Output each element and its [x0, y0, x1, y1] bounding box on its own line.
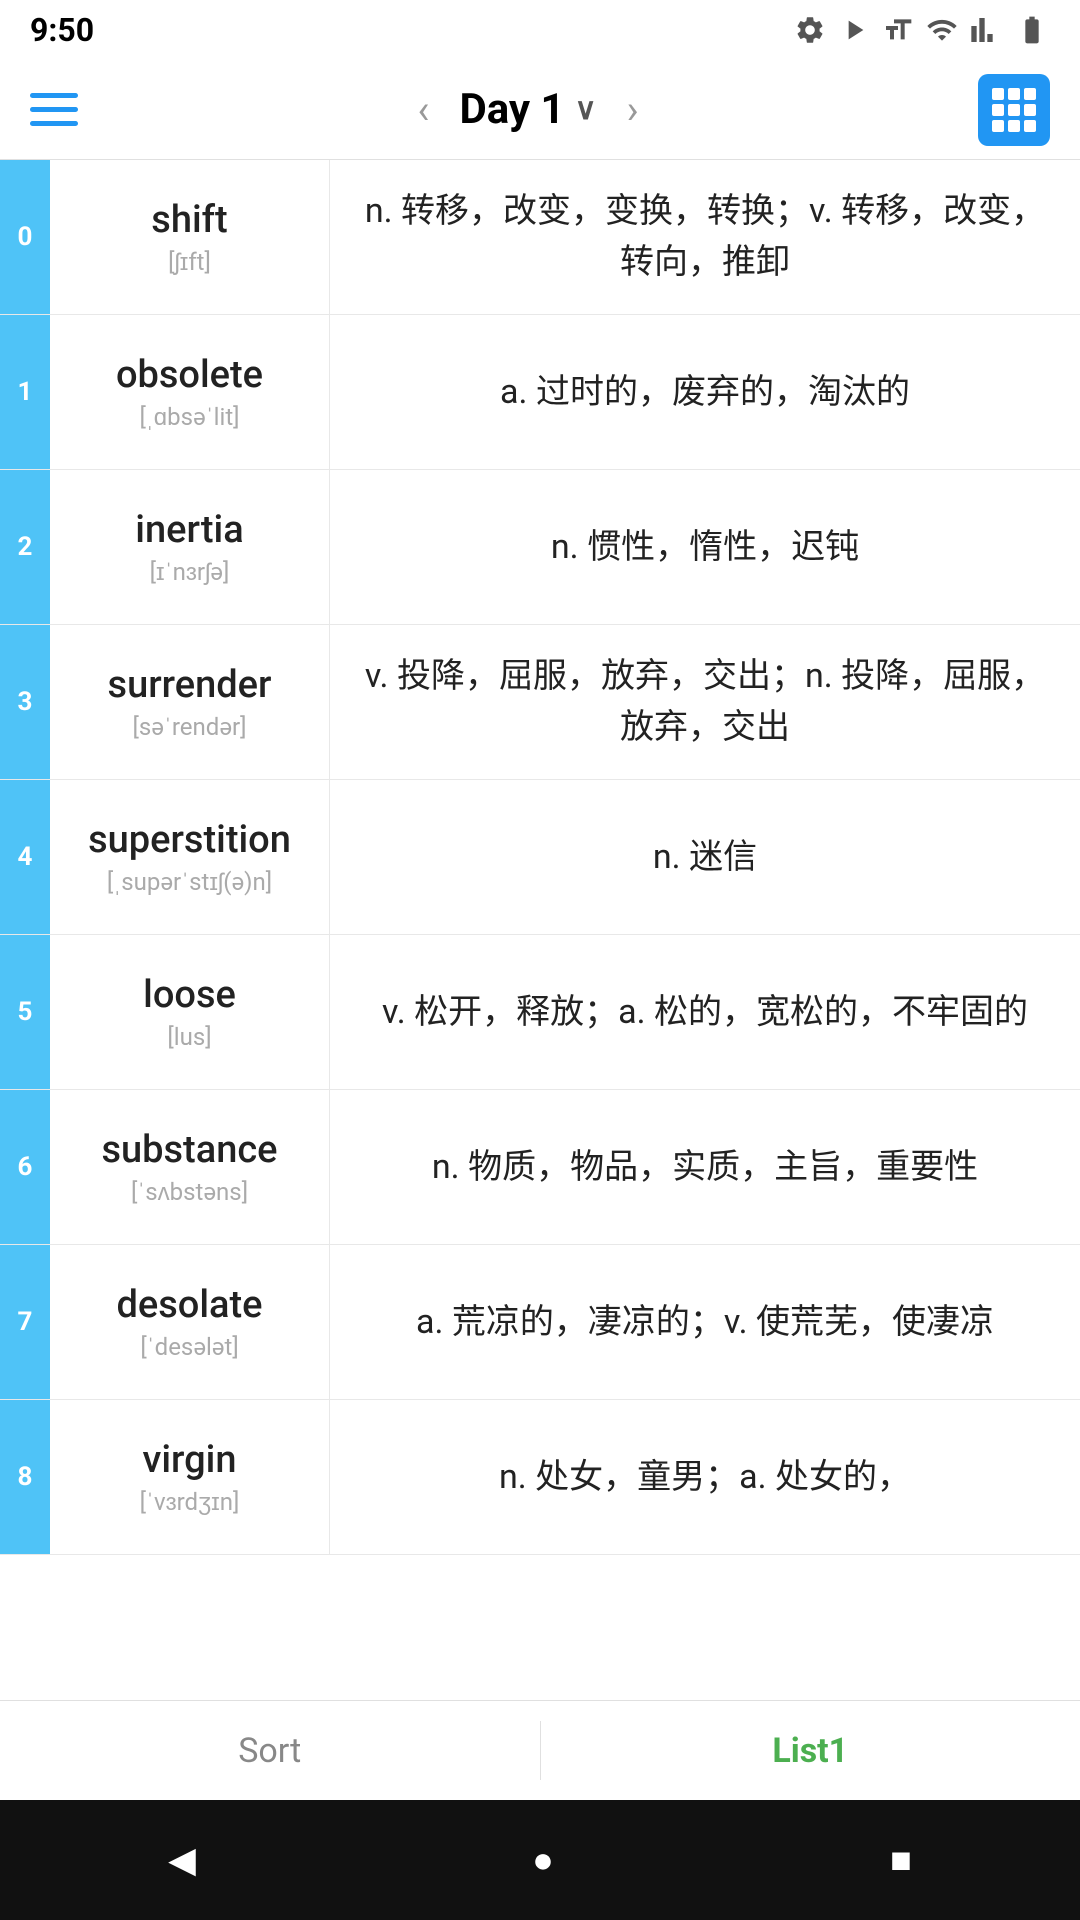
word-phonetic: [ʃɪft] [168, 248, 211, 277]
word-phonetic: [ˈvɜrdʒɪn] [140, 1488, 240, 1517]
word-english: shift [151, 198, 227, 242]
nav-title: Day 1 ∨ [459, 85, 596, 134]
table-row[interactable]: 4 superstition [ˌsupərˈstɪʃ(ə)n] n. 迷信 [0, 780, 1080, 935]
nav-controls: ‹ Day 1 ∨ › [407, 76, 648, 143]
wifi-icon [926, 14, 958, 46]
signal-icon [970, 14, 1002, 46]
row-word: superstition [ˌsupərˈstɪʃ(ə)n] [50, 780, 330, 934]
sort-tab[interactable]: Sort [0, 1701, 540, 1800]
status-right [794, 14, 1050, 46]
table-row[interactable]: 3 surrender [səˈrendər] v. 投降，屈服，放弃，交出；n. 投… [0, 625, 1080, 780]
menu-icon[interactable] [30, 93, 78, 126]
row-word: inertia [ɪˈnɜrʃə] [50, 470, 330, 624]
play-icon [838, 14, 870, 46]
table-row[interactable]: 1 obsolete [ˌɑbsəˈlit] a. 过时的，废弃的，淘汰的 [0, 315, 1080, 470]
row-definition: v. 松开，释放；a. 松的，宽松的，不牢固的 [330, 935, 1080, 1089]
table-row[interactable]: 2 inertia [ɪˈnɜrʃə] n. 惯性，惰性，迟钝 [0, 470, 1080, 625]
word-english: substance [101, 1128, 277, 1172]
word-english: desolate [116, 1283, 262, 1327]
gear-icon [794, 14, 826, 46]
status-time: 9:50 [30, 11, 94, 49]
word-phonetic: [ɪˈnɜrʃə] [150, 558, 230, 587]
row-word: loose [lus] [50, 935, 330, 1089]
list1-tab[interactable]: List1 [541, 1701, 1080, 1800]
row-index: 1 [0, 315, 50, 469]
grid-icon [992, 88, 1036, 132]
word-phonetic: [lus] [167, 1023, 211, 1051]
row-index: 0 [0, 160, 50, 314]
word-list: 0 shift [ʃɪft] n. 转移，改变，变换，转换；v. 转移，改变，转向，推… [0, 160, 1080, 1555]
row-word: substance [ˈsʌbstəns] [50, 1090, 330, 1244]
row-definition: a. 荒凉的，凄凉的；v. 使荒芜，使凄凉 [330, 1245, 1080, 1399]
row-word: shift [ʃɪft] [50, 160, 330, 314]
navbar: ‹ Day 1 ∨ › [0, 60, 1080, 160]
battery-icon [1014, 14, 1050, 46]
row-index: 4 [0, 780, 50, 934]
row-definition: n. 迷信 [330, 780, 1080, 934]
bottom-tabs: Sort List1 [0, 1700, 1080, 1800]
back-button[interactable]: ◀ [168, 1839, 196, 1881]
word-phonetic: [ˈsʌbstəns] [131, 1178, 248, 1207]
home-button[interactable]: ● [532, 1839, 554, 1881]
row-definition: n. 物质，物品，实质，主旨，重要性 [330, 1090, 1080, 1244]
word-english: virgin [143, 1438, 237, 1482]
table-row[interactable]: 6 substance [ˈsʌbstəns] n. 物质，物品，实质，主旨，重要性 [0, 1090, 1080, 1245]
word-phonetic: [ˈdesələt] [140, 1333, 238, 1362]
row-definition: n. 转移，改变，变换，转换；v. 转移，改变，转向，推卸 [330, 160, 1080, 314]
table-row[interactable]: 0 shift [ʃɪft] n. 转移，改变，变换，转换；v. 转移，改变，转向，推… [0, 160, 1080, 315]
row-word: obsolete [ˌɑbsəˈlit] [50, 315, 330, 469]
word-english: loose [143, 973, 236, 1017]
row-definition: n. 处女，童男；a. 处女的， [330, 1400, 1080, 1554]
table-row[interactable]: 5 loose [lus] v. 松开，释放；a. 松的，宽松的，不牢固的 [0, 935, 1080, 1090]
row-definition: n. 惯性，惰性，迟钝 [330, 470, 1080, 624]
row-index: 3 [0, 625, 50, 779]
status-bar: 9:50 [0, 0, 1080, 60]
android-nav: ◀ ● ■ [0, 1800, 1080, 1920]
row-index: 7 [0, 1245, 50, 1399]
row-definition: v. 投降，屈服，放弃，交出；n. 投降，屈服，放弃，交出 [330, 625, 1080, 779]
word-english: superstition [88, 818, 291, 862]
row-index: 5 [0, 935, 50, 1089]
row-index: 6 [0, 1090, 50, 1244]
word-phonetic: [səˈrendər] [133, 713, 247, 742]
font-icon [882, 14, 914, 46]
table-row[interactable]: 8 virgin [ˈvɜrdʒɪn] n. 处女，童男；a. 处女的， [0, 1400, 1080, 1555]
word-phonetic: [ˌsupərˈstɪʃ(ə)n] [107, 868, 272, 897]
recent-button[interactable]: ■ [890, 1839, 912, 1881]
word-phonetic: [ˌɑbsəˈlit] [139, 403, 239, 432]
status-left: 9:50 [30, 11, 94, 49]
next-button[interactable]: › [617, 76, 649, 143]
word-english: inertia [135, 508, 243, 552]
row-word: surrender [səˈrendər] [50, 625, 330, 779]
table-row[interactable]: 7 desolate [ˈdesələt] a. 荒凉的，凄凉的；v. 使荒芜，使凄凉 [0, 1245, 1080, 1400]
word-english: surrender [108, 663, 272, 707]
row-index: 8 [0, 1400, 50, 1554]
grid-view-button[interactable] [978, 74, 1050, 146]
row-index: 2 [0, 470, 50, 624]
row-word: desolate [ˈdesələt] [50, 1245, 330, 1399]
chevron-down-icon[interactable]: ∨ [575, 92, 597, 127]
prev-button[interactable]: ‹ [407, 76, 439, 143]
word-english: obsolete [116, 353, 263, 397]
row-word: virgin [ˈvɜrdʒɪn] [50, 1400, 330, 1554]
row-definition: a. 过时的，废弃的，淘汰的 [330, 315, 1080, 469]
